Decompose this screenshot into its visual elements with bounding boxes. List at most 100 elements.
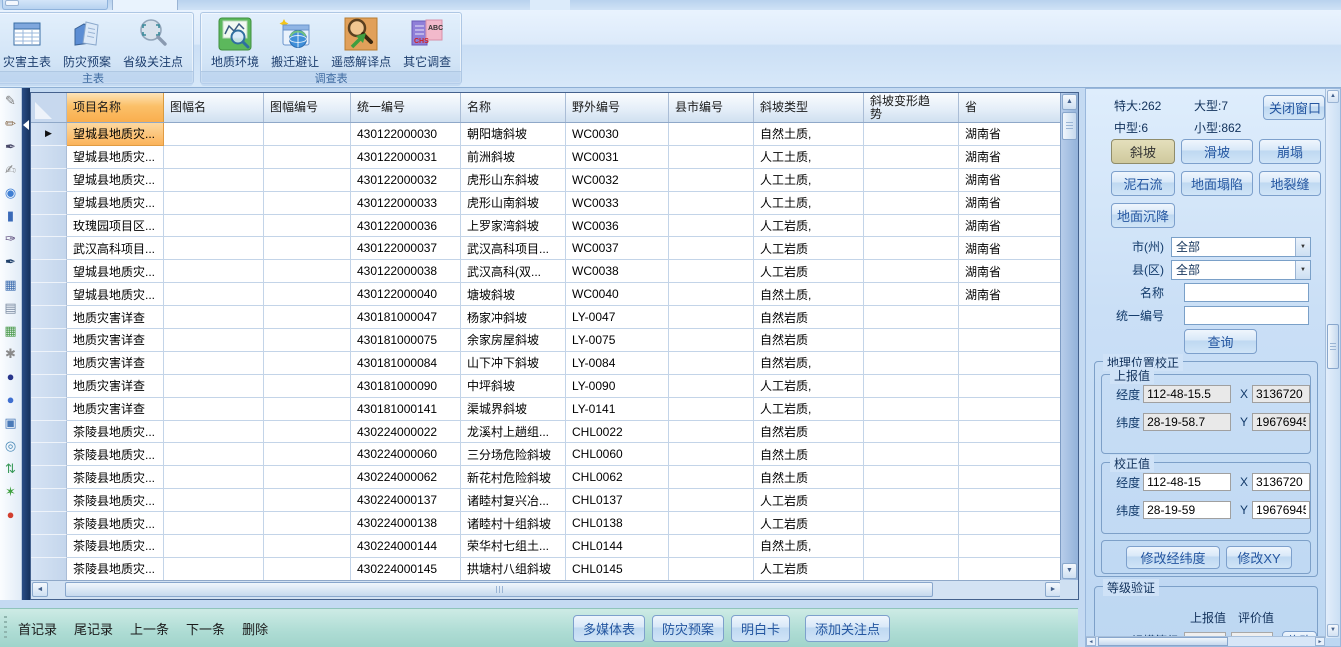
table-cell[interactable]: 湖南省 bbox=[959, 169, 1062, 192]
row-selector-cell[interactable] bbox=[31, 443, 67, 466]
table-cell[interactable]: 人工岩质, bbox=[754, 215, 864, 238]
table-cell[interactable] bbox=[669, 535, 754, 558]
table-cell[interactable]: LY-0047 bbox=[566, 306, 669, 329]
grid-column-header[interactable]: 图幅名 bbox=[164, 93, 264, 122]
table-cell[interactable] bbox=[669, 352, 754, 375]
table-cell[interactable] bbox=[164, 169, 264, 192]
reported-x-input[interactable] bbox=[1252, 385, 1310, 403]
table-cell[interactable]: 望城县地质灾... bbox=[67, 123, 164, 146]
table-cell[interactable]: WC0033 bbox=[566, 192, 669, 215]
document-icon[interactable]: ▤ bbox=[3, 300, 19, 316]
grid-column-header[interactable]: 野外编号 bbox=[566, 93, 669, 122]
table-cell[interactable]: 诸睦村复兴冶... bbox=[461, 489, 566, 512]
table-cell[interactable] bbox=[864, 375, 959, 398]
table-cell[interactable]: 人工土质, bbox=[754, 169, 864, 192]
table-row[interactable]: 茶陵县地质灾...430224000145拱塘村八组斜坡CHL0145人工岩质 bbox=[31, 558, 1062, 581]
table-cell[interactable] bbox=[264, 329, 351, 352]
table-cell[interactable] bbox=[864, 123, 959, 146]
table-cell[interactable] bbox=[864, 558, 959, 581]
row-selector-cell[interactable] bbox=[31, 260, 67, 283]
table-row[interactable]: 地质灾害详查430181000047杨家冲斜坡LY-0047自然岩质 bbox=[31, 306, 1062, 329]
table-cell[interactable]: 荣华村七组土... bbox=[461, 535, 566, 558]
panel-vertical-scrollbar[interactable]: ▲ ▼ bbox=[1325, 89, 1340, 638]
table-cell[interactable]: 人工岩质, bbox=[754, 398, 864, 421]
row-selector-cell[interactable] bbox=[31, 535, 67, 558]
table-cell[interactable]: 湖南省 bbox=[959, 146, 1062, 169]
table-cell[interactable] bbox=[264, 123, 351, 146]
table-cell[interactable] bbox=[164, 260, 264, 283]
table-cell[interactable]: 430181000075 bbox=[351, 329, 461, 352]
record-nav-link[interactable]: 首记录 bbox=[18, 619, 57, 638]
table-cell[interactable]: 430122000040 bbox=[351, 283, 461, 306]
query-button[interactable]: 查询 bbox=[1184, 329, 1257, 354]
table-cell[interactable] bbox=[164, 352, 264, 375]
table-cell[interactable]: 430224000022 bbox=[351, 421, 461, 444]
table-cell[interactable]: WC0031 bbox=[566, 146, 669, 169]
grid-column-header[interactable]: 斜坡类型 bbox=[754, 93, 864, 122]
table-cell[interactable]: WC0032 bbox=[566, 169, 669, 192]
table-cell[interactable] bbox=[164, 466, 264, 489]
modify-latlon-button[interactable]: 修改经纬度 bbox=[1126, 546, 1220, 569]
table-row[interactable]: 茶陵县地质灾...430224000060三分场危险斜坡CHL0060自然土质 bbox=[31, 443, 1062, 466]
circle-icon[interactable]: ● bbox=[3, 392, 19, 408]
table-cell[interactable] bbox=[164, 489, 264, 512]
other-survey-button[interactable]: ABC CHS 其它调查 bbox=[397, 15, 457, 71]
disaster-type-button[interactable]: 地面沉降 bbox=[1111, 203, 1175, 228]
pencil-icon[interactable]: ✎ bbox=[3, 93, 19, 109]
close-window-button[interactable]: 关闭窗口 bbox=[1263, 95, 1325, 120]
table-cell[interactable]: 人工岩质 bbox=[754, 489, 864, 512]
table-cell[interactable] bbox=[959, 421, 1062, 444]
table-cell[interactable]: 自然岩质 bbox=[754, 306, 864, 329]
gear-icon[interactable]: ✱ bbox=[3, 346, 19, 362]
table-cell[interactable] bbox=[864, 443, 959, 466]
table-cell[interactable] bbox=[164, 329, 264, 352]
table-cell[interactable] bbox=[864, 237, 959, 260]
table-cell[interactable]: LY-0075 bbox=[566, 329, 669, 352]
table-cell[interactable]: 湖南省 bbox=[959, 215, 1062, 238]
disaster-type-button[interactable]: 地裂缝 bbox=[1259, 171, 1321, 196]
table-cell[interactable] bbox=[669, 192, 754, 215]
table-cell[interactable] bbox=[264, 489, 351, 512]
table-cell[interactable]: 430181000090 bbox=[351, 375, 461, 398]
unified-code-input[interactable] bbox=[1184, 306, 1309, 325]
table-cell[interactable]: 人工土质, bbox=[754, 192, 864, 215]
table-cell[interactable] bbox=[164, 146, 264, 169]
table-cell[interactable]: 武汉高科项目... bbox=[461, 237, 566, 260]
grid-icon[interactable]: ▦ bbox=[3, 323, 19, 339]
table-row[interactable]: 茶陵县地质灾...430224000062新花村危险斜坡CHL0062自然土质 bbox=[31, 466, 1062, 489]
table-cell[interactable] bbox=[164, 123, 264, 146]
table-cell[interactable] bbox=[864, 489, 959, 512]
table-cell[interactable]: WC0036 bbox=[566, 215, 669, 238]
table-cell[interactable] bbox=[164, 192, 264, 215]
table-cell[interactable]: 地质灾害详查 bbox=[67, 352, 164, 375]
row-selector-cell[interactable] bbox=[31, 237, 67, 260]
table-row[interactable]: 武汉高科项目...430122000037武汉高科项目...WC0037人工岩质… bbox=[31, 237, 1062, 260]
table-cell[interactable] bbox=[864, 169, 959, 192]
quick-access-button[interactable] bbox=[5, 0, 19, 6]
table-cell[interactable]: 430122000030 bbox=[351, 123, 461, 146]
table-row[interactable]: 茶陵县地质灾...430224000137诸睦村复兴冶...CHL0137人工岩… bbox=[31, 489, 1062, 512]
table-cell[interactable]: 龙溪村上趟组... bbox=[461, 421, 566, 444]
table-row[interactable]: 地质灾害详查430181000084山下冲下斜坡LY-0084自然岩质, bbox=[31, 352, 1062, 375]
table-cell[interactable] bbox=[864, 512, 959, 535]
table-cell[interactable]: 虎形山南斜坡 bbox=[461, 192, 566, 215]
table-cell[interactable]: 湖南省 bbox=[959, 192, 1062, 215]
table-cell[interactable] bbox=[864, 192, 959, 215]
row-selector-cell[interactable] bbox=[31, 558, 67, 581]
row-selector-cell[interactable] bbox=[31, 512, 67, 535]
table-cell[interactable] bbox=[669, 512, 754, 535]
row-selector-cell[interactable] bbox=[31, 329, 67, 352]
table-cell[interactable] bbox=[864, 535, 959, 558]
marker-icon[interactable]: ✒ bbox=[3, 254, 19, 270]
record-action-button[interactable]: 多媒体表 bbox=[573, 615, 645, 642]
table-cell[interactable]: 430122000032 bbox=[351, 169, 461, 192]
table-cell[interactable]: 地质灾害详查 bbox=[67, 306, 164, 329]
table-cell[interactable]: 430181000047 bbox=[351, 306, 461, 329]
table-cell[interactable]: 武汉高科项目... bbox=[67, 237, 164, 260]
table-cell[interactable]: 地质灾害详查 bbox=[67, 329, 164, 352]
table-cell[interactable] bbox=[959, 375, 1062, 398]
panel-splitter[interactable] bbox=[22, 88, 30, 600]
table-cell[interactable] bbox=[264, 215, 351, 238]
table-cell[interactable]: 湖南省 bbox=[959, 237, 1062, 260]
table-cell[interactable]: CHL0137 bbox=[566, 489, 669, 512]
